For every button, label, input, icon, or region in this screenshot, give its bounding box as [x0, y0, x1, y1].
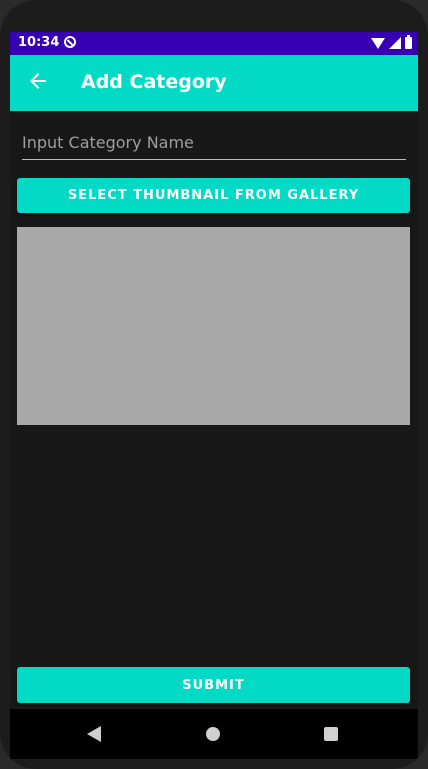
- thumbnail-preview: [17, 227, 410, 425]
- device-frame: 10:34 Add Category SELECT THUMBNAIL FROM…: [0, 0, 428, 769]
- screen: 10:34 Add Category SELECT THUMBNAIL FROM…: [10, 32, 418, 759]
- status-time: 10:34: [18, 35, 60, 50]
- select-thumbnail-button[interactable]: SELECT THUMBNAIL FROM GALLERY: [17, 178, 410, 213]
- page-title: Add Category: [81, 71, 227, 93]
- nav-home-icon[interactable]: [206, 727, 220, 741]
- nav-recents-icon[interactable]: [324, 727, 338, 741]
- status-icons: [371, 35, 412, 50]
- category-name-field-container: [22, 127, 406, 160]
- status-bar: 10:34: [10, 32, 418, 55]
- navigation-bar: [10, 709, 418, 759]
- wifi-icon: [371, 38, 385, 49]
- battery-icon: [405, 35, 412, 49]
- signal-icon: [389, 37, 401, 49]
- category-name-input[interactable]: [22, 127, 406, 157]
- sync-disabled-icon: [64, 36, 76, 48]
- app-bar: Add Category: [10, 55, 418, 111]
- submit-button[interactable]: SUBMIT: [17, 667, 410, 703]
- arrow-back-icon[interactable]: [26, 69, 50, 93]
- nav-back-icon[interactable]: [87, 726, 101, 742]
